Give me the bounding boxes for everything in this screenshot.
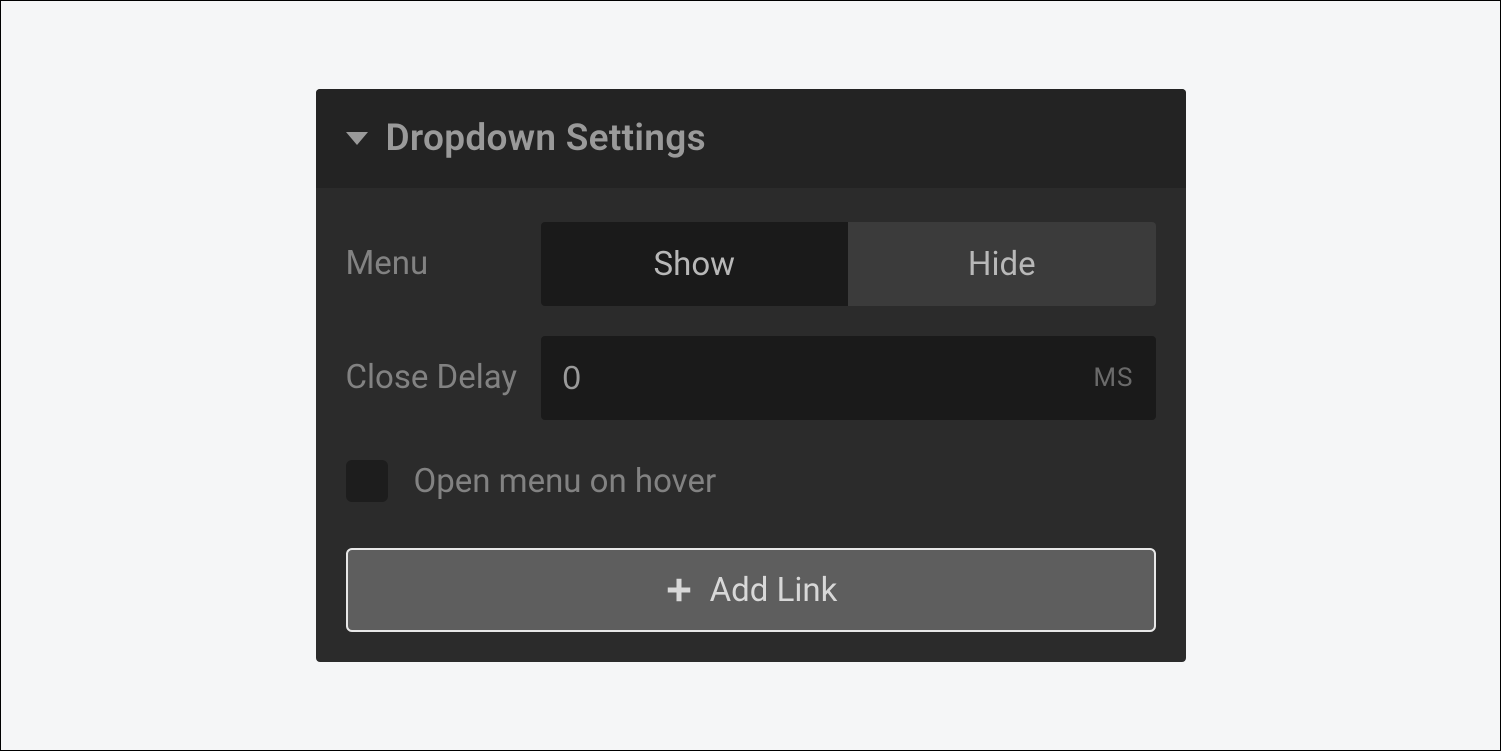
menu-label: Menu bbox=[346, 243, 541, 284]
add-link-button[interactable]: Add Link bbox=[346, 548, 1156, 632]
panel-title: Dropdown Settings bbox=[386, 117, 706, 160]
close-delay-input[interactable] bbox=[563, 359, 1094, 397]
menu-row: Menu Show Hide bbox=[346, 222, 1156, 306]
menu-hide-button[interactable]: Hide bbox=[848, 222, 1156, 306]
menu-toggle-group: Show Hide bbox=[541, 222, 1156, 306]
add-link-label: Add Link bbox=[710, 571, 838, 610]
hover-checkbox[interactable] bbox=[346, 460, 388, 502]
plus-icon bbox=[664, 575, 694, 605]
panel-header[interactable]: Dropdown Settings bbox=[316, 89, 1186, 188]
hover-checkbox-row: Open menu on hover bbox=[346, 460, 1156, 502]
close-delay-input-wrap: MS bbox=[541, 336, 1156, 420]
close-delay-unit: MS bbox=[1093, 363, 1133, 393]
close-delay-label: Close Delay bbox=[346, 357, 541, 398]
dropdown-settings-panel: Dropdown Settings Menu Show Hide Close D… bbox=[316, 89, 1186, 662]
chevron-down-icon bbox=[346, 132, 368, 145]
menu-show-button[interactable]: Show bbox=[541, 222, 849, 306]
panel-body: Menu Show Hide Close Delay MS Open menu … bbox=[316, 188, 1186, 662]
hover-checkbox-label: Open menu on hover bbox=[414, 462, 717, 501]
close-delay-row: Close Delay MS bbox=[346, 336, 1156, 420]
